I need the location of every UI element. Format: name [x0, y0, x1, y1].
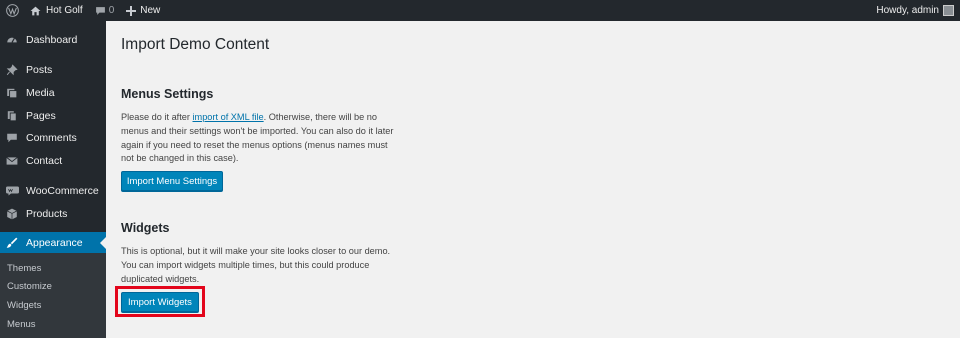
- submenu-item-menus[interactable]: Menus: [7, 319, 36, 330]
- appearance-submenu: Themes Customize Widgets Menus: [0, 253, 106, 338]
- pages-icon: [5, 109, 19, 123]
- sidebar-item-products[interactable]: Products: [0, 204, 106, 224]
- widgets-heading: Widgets: [121, 221, 170, 235]
- new-label: New: [140, 5, 161, 16]
- sidebar-item-dashboard[interactable]: Dashboard: [0, 30, 106, 50]
- sidebar-item-label: Products: [26, 208, 68, 220]
- sidebar-item-label: Dashboard: [26, 34, 78, 46]
- menus-settings-heading: Menus Settings: [121, 87, 214, 101]
- pin-icon: [5, 63, 19, 77]
- sidebar-item-label: Comments: [26, 132, 77, 144]
- comment-icon: [95, 6, 106, 16]
- comments-link[interactable]: 0: [89, 0, 121, 21]
- woo-icon: [5, 184, 19, 198]
- sidebar-item-label: Posts: [26, 64, 53, 76]
- admin-bar: Hot Golf 0 New Howdy, admin: [0, 0, 960, 21]
- submenu-item-customize[interactable]: Customize: [7, 281, 52, 292]
- comment-icon: [5, 131, 19, 145]
- new-content-link[interactable]: New: [120, 0, 166, 21]
- main-content: Import Demo Content Menus Settings Pleas…: [106, 21, 960, 338]
- sidebar-item-label: Contact: [26, 155, 63, 167]
- site-name-link[interactable]: Hot Golf: [24, 0, 89, 21]
- media-icon: [5, 86, 19, 100]
- account-menu[interactable]: Howdy, admin: [870, 0, 960, 21]
- admin-sidebar: Dashboard Posts Media Pages Comments Con…: [0, 21, 106, 338]
- sidebar-item-label: Pages: [26, 110, 56, 122]
- menus-settings-description: Please do it after import of XML file. O…: [121, 111, 396, 166]
- comments-count: 0: [108, 5, 115, 16]
- wordpress-logo-icon[interactable]: [0, 0, 24, 21]
- sidebar-item-posts[interactable]: Posts: [0, 60, 106, 80]
- sidebar-item-media[interactable]: Media: [0, 83, 106, 103]
- avatar: [943, 5, 954, 16]
- sidebar-item-label: Media: [26, 87, 55, 99]
- sidebar-item-label: WooCommerce: [26, 185, 99, 197]
- dashboard-icon: [5, 33, 19, 47]
- site-name: Hot Golf: [46, 5, 83, 16]
- sidebar-item-woocommerce[interactable]: WooCommerce: [0, 181, 106, 201]
- sidebar-item-contact[interactable]: Contact: [0, 151, 106, 171]
- submenu-item-widgets[interactable]: Widgets: [7, 300, 41, 311]
- howdy-text: Howdy, admin: [876, 5, 939, 16]
- import-menu-settings-button[interactable]: Import Menu Settings: [121, 171, 223, 191]
- brush-icon: [5, 236, 19, 250]
- import-xml-link[interactable]: import of XML file: [193, 112, 264, 122]
- plus-icon: [126, 5, 137, 16]
- submenu-item-themes[interactable]: Themes: [7, 263, 41, 274]
- menus-desc-before: Please do it after: [121, 112, 193, 122]
- sidebar-item-label: Appearance: [26, 237, 83, 249]
- highlight-box: [115, 286, 205, 317]
- widgets-description: This is optional, but it will make your …: [121, 246, 391, 284]
- mail-icon: [5, 154, 19, 168]
- sidebar-item-pages[interactable]: Pages: [0, 106, 106, 126]
- page-title: Import Demo Content: [121, 36, 270, 53]
- sidebar-item-appearance[interactable]: Appearance: [0, 232, 106, 254]
- home-icon: [30, 6, 41, 16]
- sidebar-item-comments[interactable]: Comments: [0, 128, 106, 148]
- box-icon: [5, 207, 19, 221]
